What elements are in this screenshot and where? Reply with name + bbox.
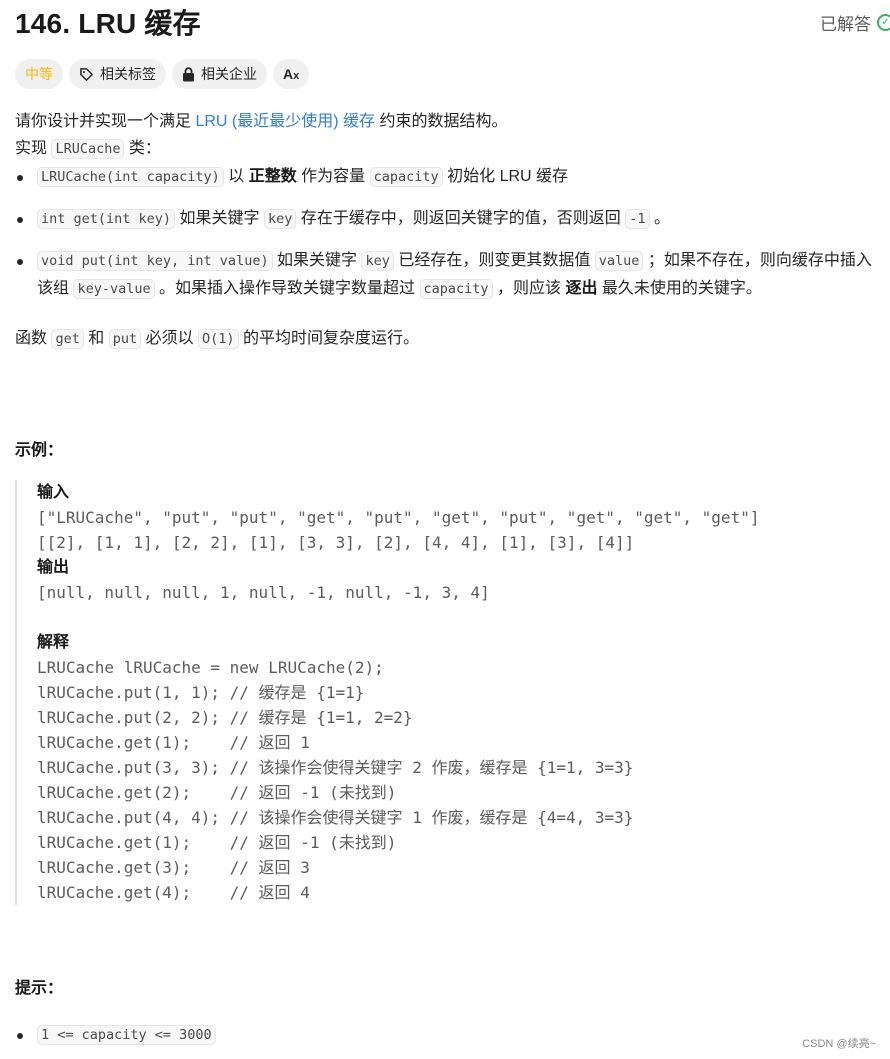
input-line: ["LRUCache", "put", "put", "get", "put",… (37, 508, 760, 527)
explain-line: LRUCache lRUCache = new LRUCache(2); (37, 658, 384, 677)
explain-label: 解释 (37, 634, 70, 651)
explain-line: lRUCache.get(3); // 返回 3 (37, 858, 310, 877)
check-circle-icon: ✓ (877, 14, 890, 31)
example-heading: 示例： (15, 442, 64, 459)
translate-icon: Ax (283, 66, 300, 82)
related-companies-button[interactable]: 相关企业 (172, 59, 267, 89)
explain-line: lRUCache.put(2, 2); // 缓存是 {1=1, 2=2} (37, 708, 413, 727)
explain-line: lRUCache.get(1); // 返回 -1 (未找到) (37, 833, 397, 852)
output-label: 输出 (37, 559, 70, 576)
constraints-list: 1 <= capacity <= 3000 (15, 1021, 216, 1049)
explain-line: lRUCache.put(3, 3); // 该操作会使得关键字 2 作废，缓存… (37, 758, 634, 777)
lock-icon (182, 66, 195, 82)
difficulty-badge: 中等 (15, 59, 63, 89)
list-item: 1 <= capacity <= 3000 (15, 1021, 216, 1049)
explain-line: lRUCache.put(4, 4); // 该操作会使得关键字 1 作废，缓存… (37, 808, 634, 827)
related-tags-button[interactable]: 相关标签 (69, 59, 166, 89)
explain-line: lRUCache.put(1, 1); // 缓存是 {1=1} (37, 683, 365, 702)
input-line: [[2], [1, 1], [2, 2], [1], [3, 3], [2], … (37, 533, 635, 552)
intro-paragraph: 请你设计并实现一个满足 LRU (最近最少使用) 缓存 约束的数据结构。 (15, 113, 508, 130)
list-item: LRUCache(int capacity) 以 正整数 作为容量 capaci… (15, 163, 875, 191)
tag-icon (79, 67, 94, 82)
watermark: CSDN @续亮~ (802, 1038, 876, 1050)
related-companies-label: 相关企业 (201, 66, 257, 82)
input-label: 输入 (37, 484, 70, 501)
inline-code: LRUCache (51, 139, 125, 159)
constraints-heading: 提示： (15, 980, 64, 997)
related-tags-label: 相关标签 (100, 66, 156, 82)
list-item: void put(int key, int value) 如果关键字 key 已… (15, 247, 875, 303)
problem-title: 146. LRU 缓存 (15, 8, 201, 39)
problem-description: 请你设计并实现一个满足 LRU (最近最少使用) 缓存 约束的数据结构。 实现 … (15, 108, 875, 353)
list-item: int get(int key) 如果关键字 key 存在于缓存中，则返回关键字… (15, 205, 875, 233)
problem-chips: 中等 相关标签 相关企业 Ax (15, 59, 310, 89)
example-block: 输入 ["LRUCache", "put", "put", "get", "put… (15, 480, 890, 905)
explain-line: lRUCache.get(2); // 返回 -1 (未找到) (37, 783, 397, 802)
solved-label: 已解答 (820, 15, 871, 34)
translate-button[interactable]: Ax (273, 59, 310, 89)
explain-line: lRUCache.get(4); // 返回 4 (37, 883, 310, 902)
explain-line: lRUCache.get(1); // 返回 1 (37, 733, 310, 752)
implement-line: 实现 LRUCache 类： (15, 139, 161, 159)
lru-link[interactable]: LRU (最近最少使用) 缓存 (195, 113, 375, 130)
output-line: [null, null, null, 1, null, -1, null, -1… (37, 583, 490, 602)
method-list: LRUCache(int capacity) 以 正整数 作为容量 capaci… (15, 163, 875, 303)
complexity-line: 函数 get 和 put 必须以 O(1) 的平均时间复杂度运行。 (15, 329, 420, 349)
solved-status: 已解答 ✓ (820, 10, 890, 35)
